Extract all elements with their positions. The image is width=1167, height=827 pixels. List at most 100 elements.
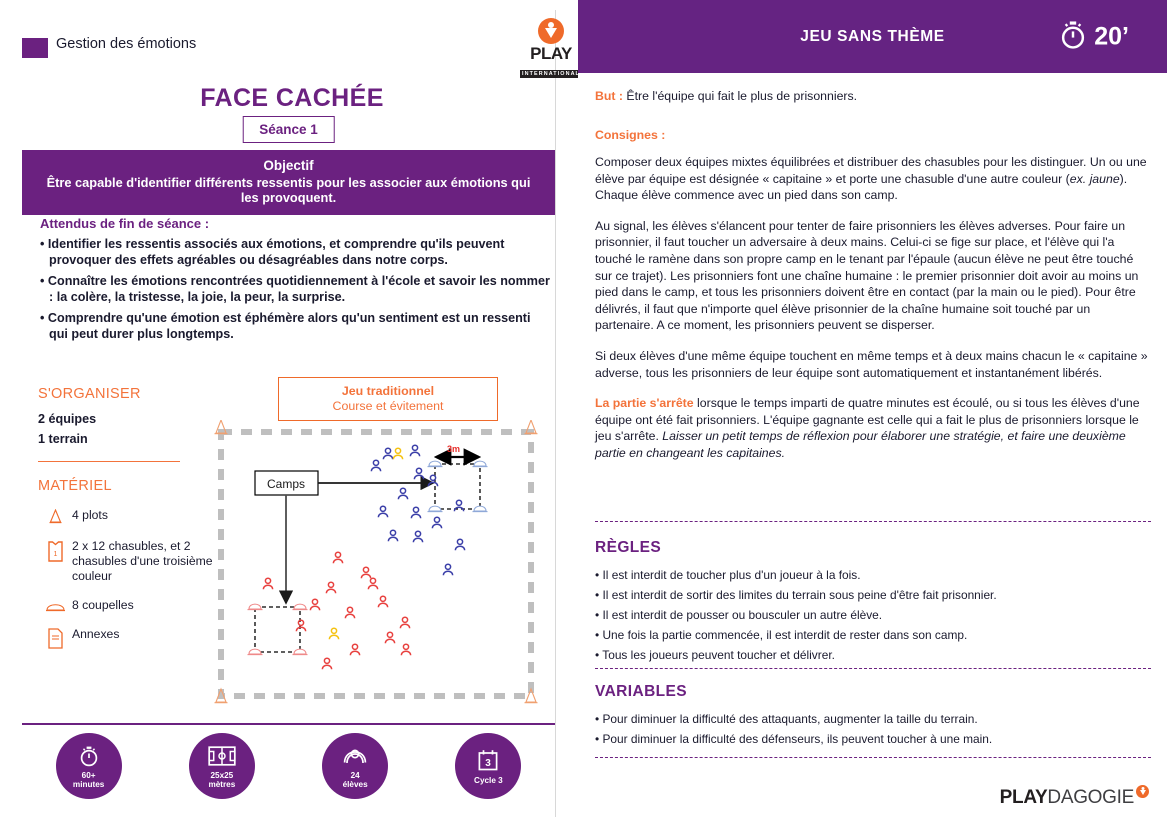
document-icon [38, 626, 72, 649]
badge-line1: Cycle 3 [474, 775, 503, 785]
page-title: FACE CACHÉE [200, 84, 384, 112]
breadcrumb-label: Gestion des émotions [56, 36, 197, 52]
divider [595, 521, 1151, 522]
right-header: JEU SANS THÈME 20’ [578, 0, 1167, 73]
regles-title: RÈGLES [595, 539, 662, 556]
list-item: 1 terrain [38, 432, 88, 446]
badge-line2: élèves [342, 780, 368, 789]
list-item: Identifier les ressentis associés aux ém… [40, 237, 552, 268]
camps-label: Camps [267, 477, 305, 491]
organiser-title: S'ORGANISER [38, 386, 141, 402]
list-item: Annexes [38, 626, 218, 649]
breadcrumb: Gestion des émotions [22, 32, 562, 72]
consignes-body: Composer deux équipes mixtes équilibrées… [595, 154, 1151, 476]
dome-icon [38, 597, 72, 612]
game-type-line2: Course et évitement [332, 399, 444, 413]
badge-students: 24 élèves [322, 733, 389, 799]
play-logo-icon [538, 18, 564, 44]
timer-value: 20’ [1094, 22, 1129, 50]
materiel-item-label: 2 x 12 chasubles, et 2 chasubles d'une t… [72, 539, 213, 583]
paragraph-italic: ex. jaune [1069, 171, 1120, 186]
materiel-item-label: Annexes [72, 627, 120, 641]
paragraph: Composer deux équipes mixtes équilibrées… [595, 154, 1151, 204]
breadcrumb-marker [22, 38, 48, 58]
right-panel: JEU SANS THÈME 20’ But : Être l'équipe q… [578, 0, 1167, 827]
summary-badges: 60+ minutes 25x25 mètres 24 élèves 3 Cycle … [22, 733, 555, 813]
materiel-title: MATÉRIEL [38, 478, 112, 494]
playdagogie-light: DAGOGIE [1047, 787, 1134, 808]
calendar-icon: 3 [477, 748, 499, 774]
divider [595, 757, 1151, 758]
left-panel: Gestion des émotions PLAY INTERNATIONAL … [0, 0, 582, 827]
goal-text: Être l'équipe qui fait le plus de prison… [623, 89, 858, 103]
divider [38, 461, 180, 462]
svg-text:1: 1 [53, 551, 57, 558]
list-item: 2 équipes [38, 412, 97, 426]
objectif-text: Être capable d'identifier différents res… [46, 175, 531, 205]
blue-team-players [370, 444, 466, 576]
regles-block: RÈGLES Il est interdit de toucher plus d… [595, 539, 1151, 665]
list-item: Comprendre qu'une émotion est éphémère a… [40, 311, 552, 342]
session-sheet: Gestion des émotions PLAY INTERNATIONAL … [0, 0, 1167, 827]
play-logo-word: PLAY [530, 44, 572, 63]
list-item: Une fois la partie commencée, il est int… [595, 625, 1151, 645]
field-diagram-svg: 3m Camps [213, 420, 539, 704]
paragraph-italic: Laisser un petit temps de réflexion pour… [595, 429, 1126, 460]
game-type-box: Jeu traditionnel Course et évitement [278, 377, 498, 421]
divider [595, 668, 1151, 669]
badge-line1: 60+ [81, 771, 96, 780]
stopwatch-icon [77, 743, 101, 769]
list-item: 1 2 x 12 chasubles, et 2 chasubles d'une… [38, 538, 218, 584]
paragraph: Au signal, les élèves s'élancent pour te… [595, 218, 1151, 334]
consignes-label: Consignes : [595, 128, 666, 142]
list-item: Il est interdit de pousser ou bousculer … [595, 605, 1151, 625]
play-international-logo: PLAY INTERNATIONAL [519, 18, 583, 78]
play-logo-subtitle: INTERNATIONAL [520, 70, 582, 78]
objectif-title: Objectif [263, 158, 314, 173]
field-diagram: 3m Camps [207, 420, 557, 715]
paragraph-text: Composer deux équipes mixtes équilibrées… [595, 155, 1147, 186]
cone-icon [38, 507, 72, 525]
playdagogie-bold: PLAY [999, 787, 1048, 808]
badge-line2: mètres [208, 780, 236, 789]
paragraph-highlight: La partie s'arrête [595, 396, 694, 411]
timer-badge: 20’ [1058, 18, 1129, 55]
materiel-block: MATÉRIEL 4 plots 1 2 x 12 chasubles, et … [38, 478, 218, 649]
variables-title: VARIABLES [595, 683, 688, 700]
regles-list: Il est interdit de toucher plus d'un jou… [595, 565, 1151, 665]
paragraph-text: Au signal, les élèves s'élancent pour te… [595, 218, 1139, 333]
badge-line1: 25x25 [210, 771, 234, 780]
list-item: Pour diminuer la difficulté des attaquan… [595, 709, 1151, 729]
badge-line1: 24 [350, 771, 360, 780]
paragraph: Si deux élèves d'une même équipe touchen… [595, 348, 1151, 381]
badge-line2: minutes [72, 780, 105, 789]
organiser-list: 2 équipes 1 terrain [38, 409, 203, 449]
list-item: Connaître les émotions rencontrées quoti… [40, 274, 552, 305]
materiel-item-label: 8 coupelles [72, 598, 134, 612]
list-item: Il est interdit de sortir des limites du… [595, 585, 1151, 605]
attendus-block: Attendus de fin de séance : Identifier l… [40, 216, 552, 348]
playdagogie-logo: PLAY DAGOGIE [999, 785, 1149, 809]
variables-block: VARIABLES Pour diminuer la difficulté de… [595, 683, 1151, 749]
badge-cycle: 3 Cycle 3 [455, 733, 522, 799]
list-item: Pour diminuer la difficulté des défenseu… [595, 729, 1151, 749]
badge-field-size: 25x25 mètres [188, 733, 255, 799]
goal-line: But : Être l'équipe qui fait le plus de … [595, 88, 1151, 104]
consignes-label-wrap: Consignes : [595, 128, 1151, 142]
objectif-block: Objectif Être capable d'identifier diffé… [22, 150, 555, 215]
game-type-line1: Jeu traditionnel [341, 384, 435, 398]
stopwatch-icon [1058, 18, 1088, 55]
list-item: 8 coupelles [38, 597, 218, 613]
materiel-item-label: 4 plots [72, 508, 108, 522]
bib-icon: 1 [38, 538, 72, 563]
paragraph-text: Si deux élèves d'une même équipe touchen… [595, 348, 1148, 380]
play-logo-icon [1136, 785, 1149, 798]
field-icon [208, 743, 236, 769]
students-icon [341, 743, 369, 769]
distance-label-3m: 3m [447, 444, 460, 454]
session-badge: Séance 1 [242, 116, 335, 143]
paragraph: La partie s'arrête lorsque le temps impa… [595, 395, 1151, 461]
list-item: Tous les joueurs peuvent toucher et déli… [595, 645, 1151, 665]
list-item: Il est interdit de toucher plus d'un jou… [595, 565, 1151, 585]
goal-label: But : [595, 89, 623, 103]
